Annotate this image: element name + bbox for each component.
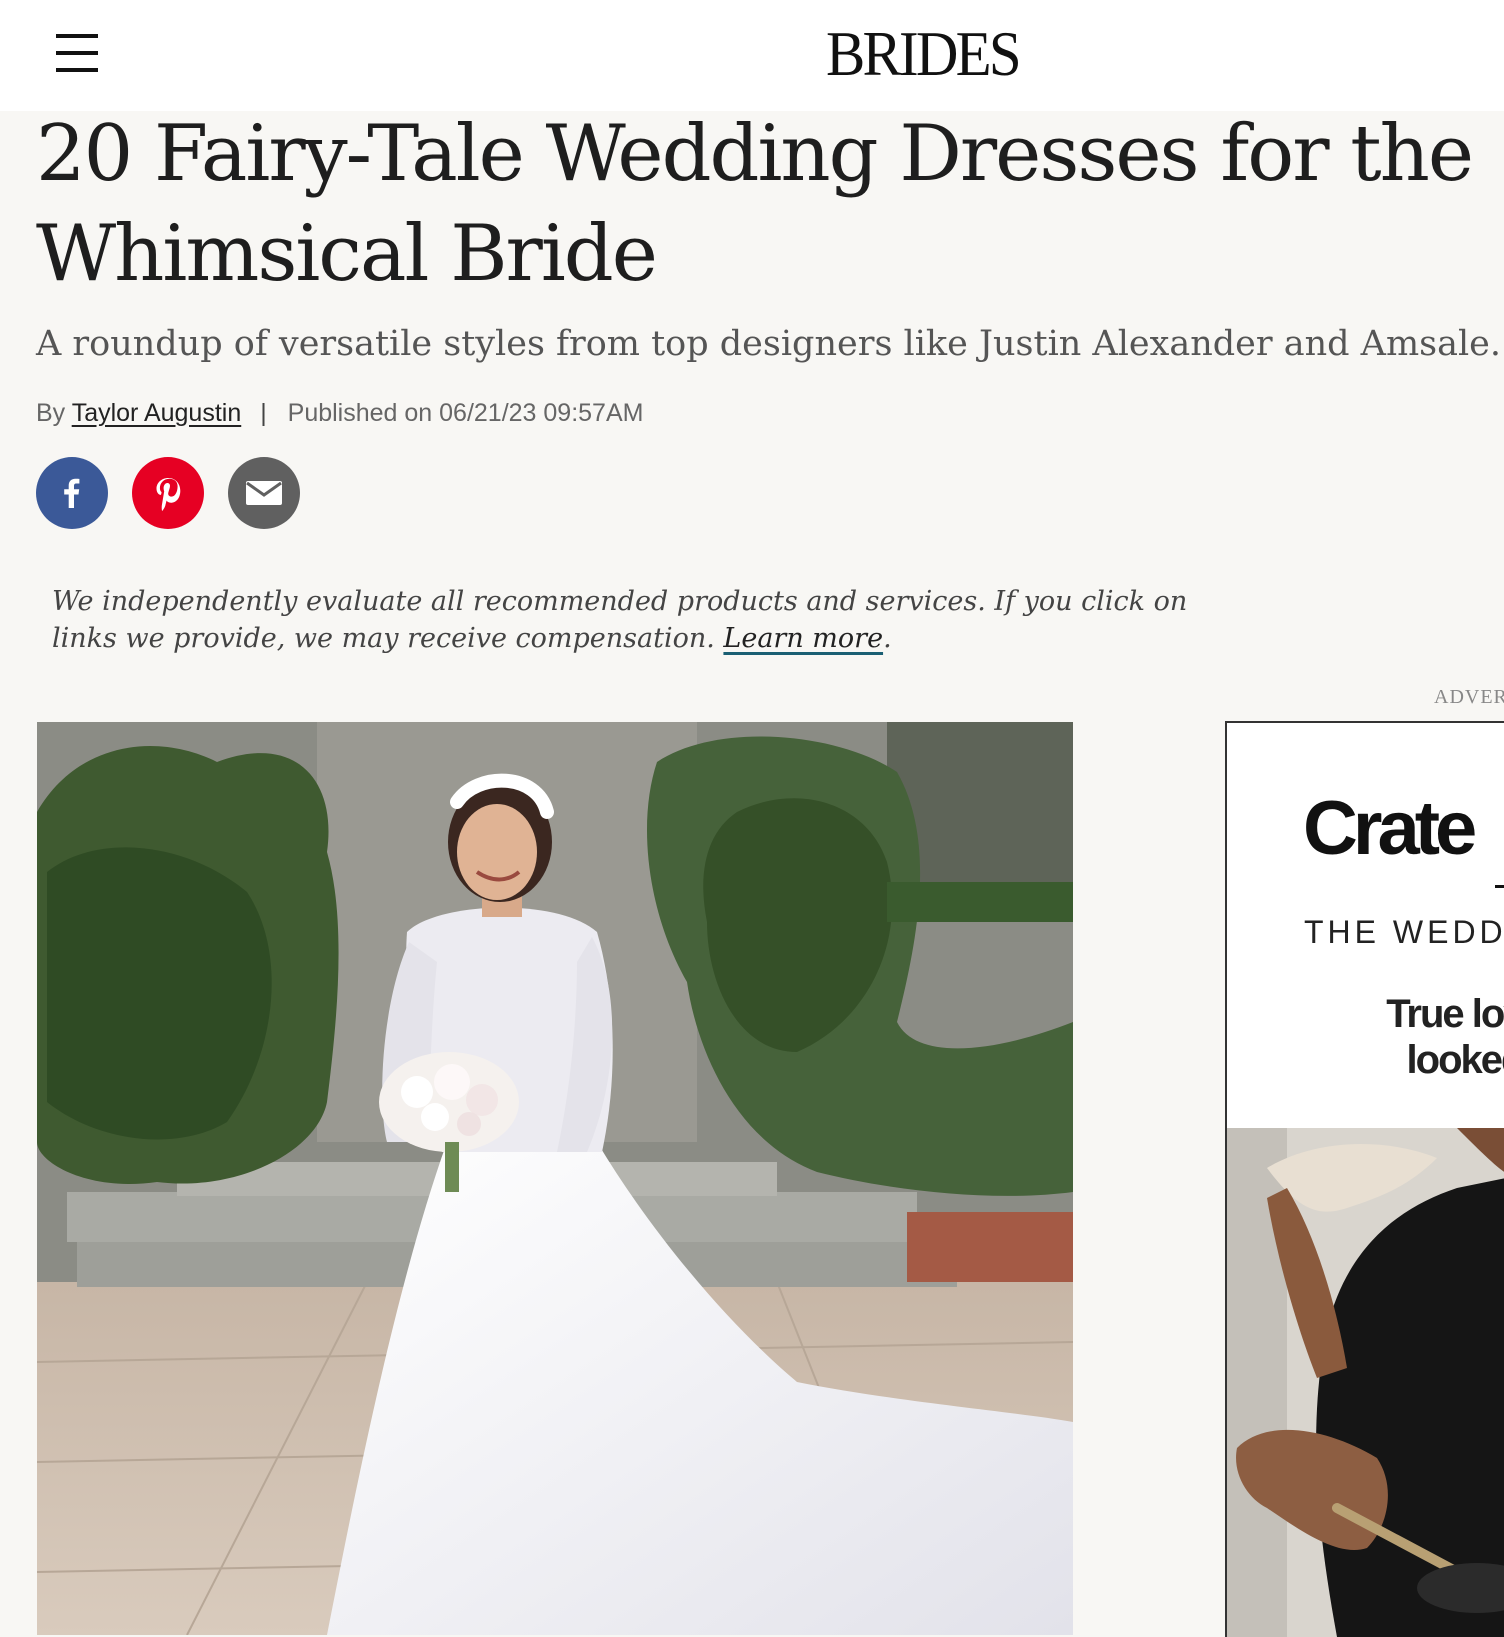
facebook-icon bbox=[64, 478, 80, 508]
published-date: Published on 06/21/23 09:57AM bbox=[287, 399, 644, 427]
menu-icon[interactable] bbox=[56, 34, 98, 72]
byline-separator: | bbox=[260, 399, 267, 427]
hero-image bbox=[37, 722, 1073, 1635]
ad-image bbox=[1227, 1128, 1504, 1637]
ad-tagline-line2: looked bbox=[1406, 1038, 1504, 1082]
ad-subline: THE WEDDI bbox=[1304, 914, 1504, 950]
article-subtitle: A roundup of versatile styles from top d… bbox=[36, 324, 1501, 364]
site-logo[interactable]: BRIDES bbox=[826, 18, 1022, 90]
pinterest-icon bbox=[156, 478, 181, 511]
author-link[interactable]: Taylor Augustin bbox=[72, 399, 242, 427]
share-bar bbox=[36, 457, 300, 529]
disclaimer-text: We independently evaluate all recommende… bbox=[52, 586, 1188, 654]
facebook-share-button[interactable] bbox=[36, 457, 108, 529]
disclaimer-trailing: . bbox=[883, 623, 892, 654]
advertisement-label: ADVER bbox=[1434, 686, 1504, 708]
pinterest-share-button[interactable] bbox=[132, 457, 204, 529]
ad-tagline-line1: True love bbox=[1386, 992, 1504, 1036]
article-title: 20 Fairy-Tale Wedding Dresses for the Wh… bbox=[36, 109, 1474, 299]
affiliate-disclaimer: We independently evaluate all recommende… bbox=[52, 583, 1252, 657]
ad-brand: Crate bbox=[1303, 786, 1477, 871]
advertisement[interactable]: Crate THE WEDDI True love looked bbox=[1225, 721, 1504, 1637]
email-icon bbox=[246, 481, 282, 505]
byline-by-label: By bbox=[36, 399, 66, 427]
learn-more-link[interactable]: Learn more bbox=[723, 623, 883, 654]
email-share-button[interactable] bbox=[228, 457, 300, 529]
byline: By Taylor Augustin | Published on 06/21/… bbox=[36, 396, 643, 430]
ad-tagline: True love looked bbox=[1345, 991, 1504, 1083]
site-header: BRIDES bbox=[0, 0, 1504, 111]
ad-divider bbox=[1495, 885, 1504, 888]
